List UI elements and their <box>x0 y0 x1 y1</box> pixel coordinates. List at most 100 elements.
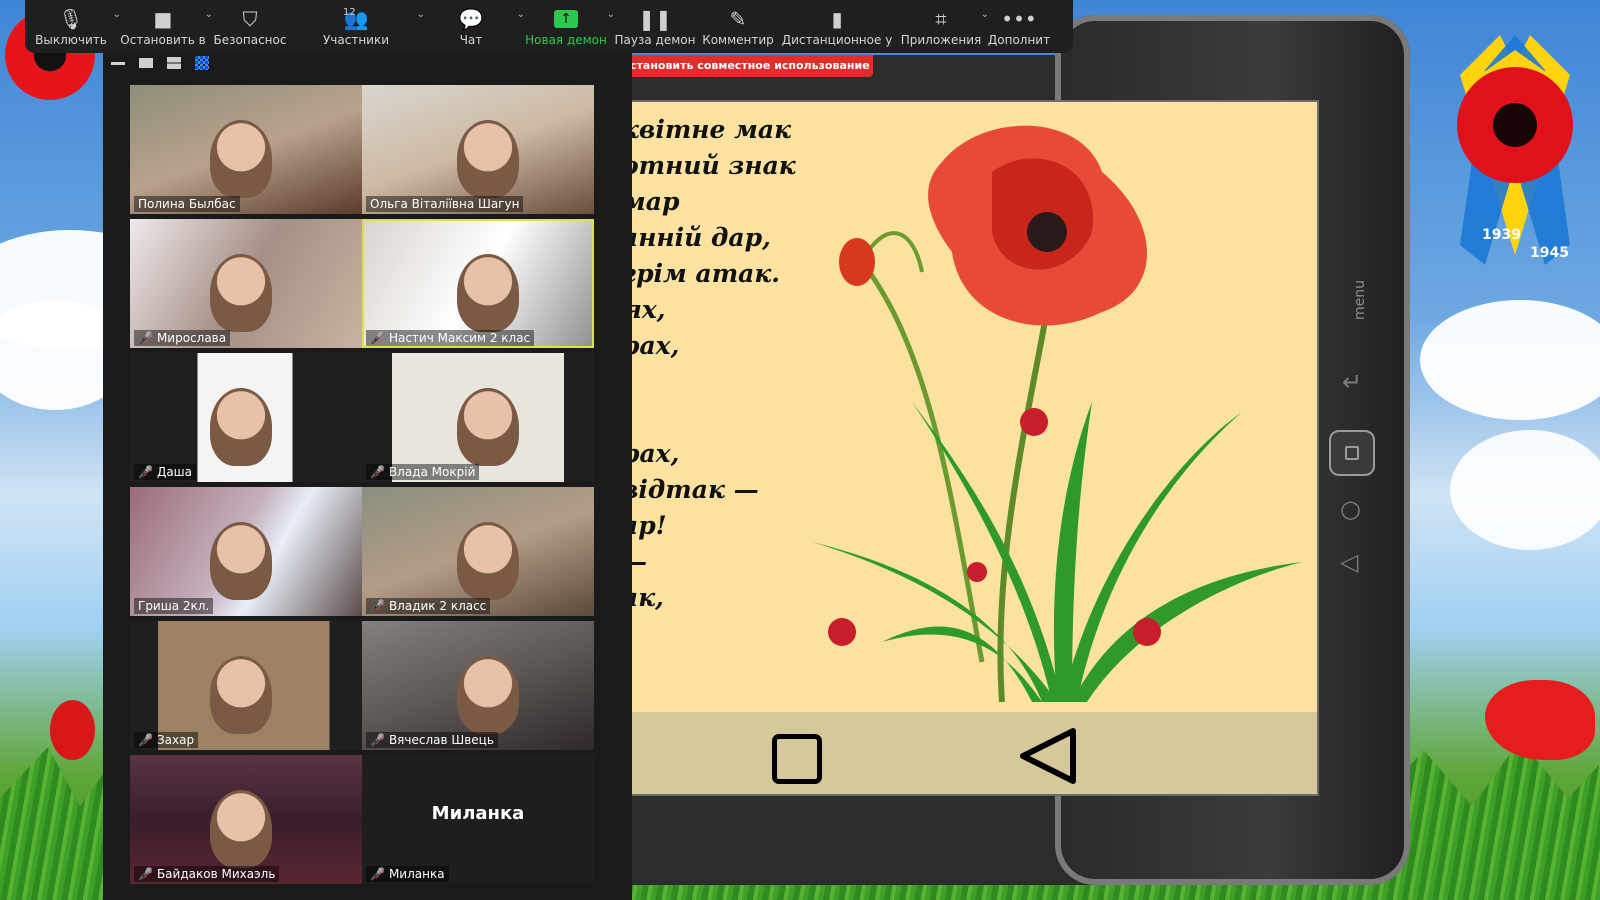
participant-name-label: 🎤̸ Настич Максим 2 клас <box>366 330 535 346</box>
tablet-home-button[interactable] <box>1329 430 1375 476</box>
participant-name-label: Ольга Віталіївна Шагун <box>366 196 524 212</box>
single-view-icon[interactable] <box>139 58 153 68</box>
participant-name: Захар <box>156 733 195 747</box>
ribbon-year-start: 1939 <box>1482 227 1521 243</box>
participant-name: Гриша 2кл. <box>138 599 210 613</box>
participant-tile[interactable]: Гриша 2кл. <box>130 487 362 616</box>
recent-apps-button[interactable] <box>772 734 822 784</box>
participant-video <box>210 254 272 332</box>
muted-microphone-icon: 🎤̸ <box>370 465 385 479</box>
poem-line: рах, <box>622 439 680 468</box>
cloud <box>1450 430 1600 550</box>
participant-name-label: Полина Былбас <box>134 196 240 212</box>
toolbar-label: Приложения <box>900 32 982 47</box>
poem-line: грім атак. <box>622 259 780 288</box>
minimize-icon[interactable] <box>111 61 125 65</box>
participant-tile[interactable]: 🎤̸ Вячеслав Швець <box>362 621 594 750</box>
microphone-icon: 🎙 <box>58 6 84 31</box>
tablet-search-icon: ○ <box>1340 495 1361 523</box>
toolbar-apps-button[interactable]: ⌗ Приложения ⌄ <box>897 3 989 51</box>
pause-icon: ❚❚ <box>638 6 672 31</box>
toolbar-share-screen-button[interactable]: ↑ Новая демон ⌄ <box>521 3 615 51</box>
participant-tile[interactable]: 🎤̸ Владик 2 класс <box>362 487 594 616</box>
participant-name-label: 🎤̸ Владик 2 класс <box>366 598 491 614</box>
poem-line: . <box>622 616 796 652</box>
participant-name-label: 🎤̸ Мирослава <box>134 330 231 346</box>
toolbar-label: Чат <box>459 32 483 47</box>
poem-line <box>622 364 796 400</box>
participant-tile[interactable]: 🎤̸ Влада Мокрій <box>362 353 594 482</box>
toolbar-pause-button[interactable]: ❚❚ Пауза демон <box>611 3 699 51</box>
participant-name-label: 🎤̸ Вячеслав Швець <box>366 732 498 748</box>
participant-name: Даша <box>156 465 193 479</box>
toolbar-label: Новая демон <box>525 32 607 47</box>
participant-tile[interactable]: 🎤̸ Захар <box>130 621 362 750</box>
stop-share-button[interactable]: становить совместное использование <box>620 55 873 77</box>
participant-name: Байдаков Михаэль <box>156 867 276 881</box>
toolbar-label: Комментир <box>702 32 774 47</box>
participant-tile[interactable]: 🎤̸ Даша <box>130 353 362 482</box>
poem-line: відтак — <box>622 475 759 504</box>
toolbar-chat-button[interactable]: 💬 Чат ⌄ <box>421 3 525 51</box>
shield-icon: ⛉ <box>242 6 258 31</box>
participant-video <box>457 254 519 332</box>
meeting-toolbar: 🎙 Выключить ⌄ ■ Остановить в ⌄ ⛉ Безопаснос 👥 Уча… <box>25 0 1073 53</box>
participant-video <box>210 388 272 466</box>
poem-line: рах, <box>622 331 680 360</box>
participant-tile[interactable]: Миланка 🎤̸ Миланка <box>362 755 594 884</box>
participant-name-label: Гриша 2кл. <box>134 598 214 614</box>
participant-video <box>457 388 519 466</box>
tablet-back-icon: ◁ <box>1340 548 1359 576</box>
tablet-menu-label: menu <box>1352 280 1368 320</box>
strip-view-icon[interactable] <box>167 57 181 69</box>
toolbar-more-button[interactable]: ••• Дополнит <box>985 3 1053 51</box>
tablet-nav-bar <box>622 712 1317 794</box>
participant-video <box>210 656 272 734</box>
participant-tile[interactable]: 🎤̸ Настич Максим 2 клас <box>362 219 594 348</box>
poem-line: ак, <box>622 583 664 612</box>
poem-line: анній дар, <box>622 223 771 252</box>
participant-name: Влада Мокрій <box>388 465 476 479</box>
toolbar-participants-button[interactable]: 👥 Участники ⌄ 12 <box>291 3 425 51</box>
tablet-return-icon: ↵ <box>1342 368 1363 396</box>
cloud <box>1420 300 1600 420</box>
share-screen-icon: ↑ <box>554 9 578 28</box>
muted-microphone-icon: 🎤̸ <box>138 331 153 345</box>
more-icon: ••• <box>1001 6 1037 31</box>
participant-name-label: 🎤̸ Миланка <box>366 866 449 882</box>
participants-gallery: Полина Былбас Ольга Віталіївна Шагун 🎤̸ Мир… <box>103 53 632 900</box>
participant-tile[interactable]: 🎤̸ Мирослава <box>130 219 362 348</box>
gallery-view-icon[interactable] <box>195 56 209 70</box>
toolbar-label: Дополнит <box>987 32 1051 47</box>
toolbar-label: Остановить в <box>120 32 206 47</box>
back-triangle-icon[interactable] <box>1017 727 1077 785</box>
participant-name-label: 🎤̸ Байдаков Михаэль <box>134 866 280 882</box>
memorial-ribbon-emblem: 1939 1945 <box>1440 15 1590 265</box>
tulip-icon <box>1485 680 1595 760</box>
participant-video <box>210 790 272 868</box>
muted-microphone-icon: 🎤̸ <box>370 867 385 881</box>
toolbar-label: Выключить <box>35 32 107 47</box>
participant-name: Владик 2 класс <box>388 599 487 613</box>
participant-tile[interactable]: Ольга Віталіївна Шагун <box>362 85 594 214</box>
toolbar-pencil-button[interactable]: ✎ Комментир <box>699 3 777 51</box>
toolbar-microphone-button[interactable]: 🎙 Выключить ⌄ <box>25 3 121 51</box>
participant-name-label: 🎤̸ Даша <box>134 464 197 480</box>
toolbar-shield-button[interactable]: ⛉ Безопаснос <box>209 3 291 51</box>
pencil-icon: ✎ <box>729 6 747 31</box>
poem-line: квітне мак <box>622 115 792 144</box>
participant-name: Вячеслав Швець <box>388 733 494 747</box>
muted-microphone-icon: 🎤̸ <box>138 867 153 881</box>
participant-name-label: 🎤̸ Захар <box>134 732 199 748</box>
poem-text: квітне мак отний знак мар анній дар, грім ат… <box>622 112 796 652</box>
toolbar-mouse-button[interactable]: ▮ Дистанционное у <box>777 3 897 51</box>
toolbar-video-camera-button[interactable]: ■ Остановить в ⌄ <box>117 3 213 51</box>
participant-tile[interactable]: Полина Былбас <box>130 85 362 214</box>
muted-microphone-icon: 🎤̸ <box>138 733 153 747</box>
shared-slide: квітне мак отний знак мар анній дар, грім ат… <box>620 100 1319 796</box>
poem-line: — <box>622 547 647 576</box>
participant-tile[interactable]: 🎤̸ Байдаков Михаэль <box>130 755 362 884</box>
toolbar-label: Безопаснос <box>213 32 287 47</box>
poem-line: мар <box>622 187 680 216</box>
participant-name: Мирослава <box>156 331 227 345</box>
